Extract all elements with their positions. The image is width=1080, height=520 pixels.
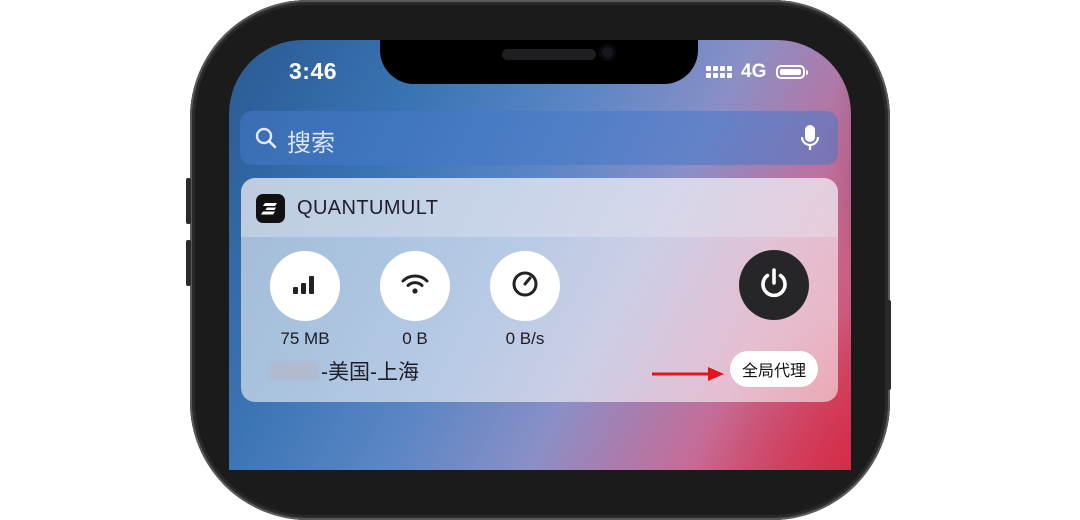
front-camera (599, 44, 616, 61)
power-toggle-button[interactable] (739, 250, 809, 320)
speed-value: 0 B/s (505, 329, 545, 348)
volume-down-button (186, 240, 191, 286)
microphone-icon[interactable] (800, 124, 820, 157)
search-placeholder[interactable]: 搜索 (287, 123, 335, 158)
server-location: -美国-上海 (321, 361, 419, 384)
home-screen: 搜索 QUANTUMULT 75 MB 0 B 0 B/s -美国-上海 全局代… (229, 40, 851, 470)
cellular-usage-value: 75 MB (280, 329, 330, 348)
battery-icon (776, 65, 809, 79)
status-indicators: 4G (706, 61, 809, 83)
wifi-traffic-button[interactable] (380, 251, 450, 321)
speedometer-icon (510, 269, 540, 304)
search-icon (254, 126, 278, 155)
proxy-mode-button[interactable]: 全局代理 (730, 351, 818, 387)
spotlight-search-bar[interactable]: 搜索 (240, 111, 838, 165)
speed-button[interactable] (490, 251, 560, 321)
wifi-icon (401, 273, 429, 300)
widget-header: QUANTUMULT (241, 178, 838, 237)
redacted-node-name (271, 362, 319, 380)
quantumult-app-icon[interactable] (256, 194, 285, 223)
status-time: 3:46 (289, 58, 338, 84)
notch (380, 40, 698, 84)
volume-up-button (186, 178, 191, 224)
power-side-button (886, 300, 891, 390)
cellular-traffic-button[interactable] (270, 251, 340, 321)
power-icon (757, 266, 791, 305)
network-type: 4G (741, 61, 767, 82)
server-node[interactable]: -美国-上海 (271, 356, 419, 386)
quantumult-widget: QUANTUMULT 75 MB 0 B 0 B/s -美国-上海 全局代理 (241, 178, 838, 402)
annotation-arrow (652, 367, 724, 381)
signal-dots-icon (706, 66, 732, 78)
app-name: QUANTUMULT (297, 197, 439, 219)
earpiece-speaker (502, 49, 596, 60)
wifi-usage-value: 0 B (402, 329, 428, 348)
cellular-bars-icon (292, 273, 318, 300)
